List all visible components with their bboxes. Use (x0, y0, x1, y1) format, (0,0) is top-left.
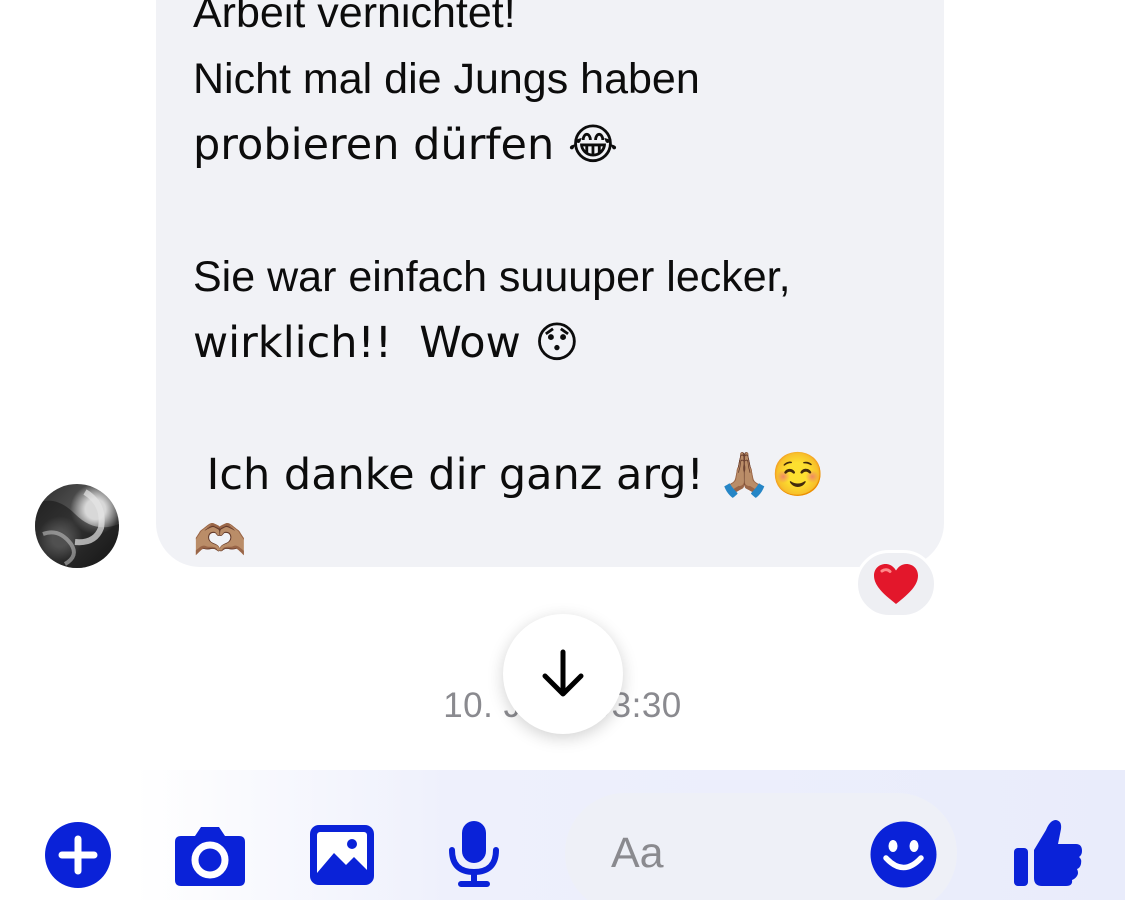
message-line: Sie war einfach suuuper lecker, (193, 253, 791, 301)
message-line: wirklich!! Wow 😯 (193, 318, 580, 368)
message-line: probieren dürfen 😂 (193, 120, 619, 170)
image-icon (310, 825, 374, 885)
message-line: Nicht mal die Jungs haben (193, 55, 700, 103)
emoji-button[interactable] (870, 821, 937, 888)
composer-toolbar (0, 770, 1125, 900)
like-button[interactable] (1012, 816, 1084, 888)
message-line-empty (193, 376, 904, 442)
message-line: Ich danke dir ganz arg! 🙏🏽☺️ (193, 450, 825, 500)
message-line: 🫶🏽 (193, 516, 247, 566)
camera-button[interactable] (173, 824, 247, 888)
avatar[interactable] (35, 484, 119, 568)
message-line: Arbeit vernichtet! (193, 0, 516, 37)
arrow-down-icon (542, 649, 584, 697)
reaction-badge[interactable] (855, 550, 937, 618)
more-actions-button[interactable] (44, 821, 112, 889)
chat-screen: Arbeit vernichtet! Nicht mal die Jungs h… (0, 0, 1125, 900)
thumbs-up-icon (1014, 820, 1082, 886)
voice-message-button[interactable] (446, 820, 502, 888)
message-input-placeholder: Aa (611, 829, 664, 877)
plus-circle-icon (45, 822, 111, 888)
avatar-photo (35, 489, 119, 568)
red-heart-icon (874, 564, 918, 604)
microphone-icon (449, 821, 499, 887)
message-bubble[interactable]: Arbeit vernichtet! Nicht mal die Jungs h… (156, 0, 944, 567)
message-line-empty (193, 178, 904, 244)
scroll-to-bottom-button[interactable] (503, 614, 623, 734)
gallery-button[interactable] (308, 823, 376, 887)
camera-icon (175, 827, 245, 886)
smiley-icon (870, 821, 937, 888)
